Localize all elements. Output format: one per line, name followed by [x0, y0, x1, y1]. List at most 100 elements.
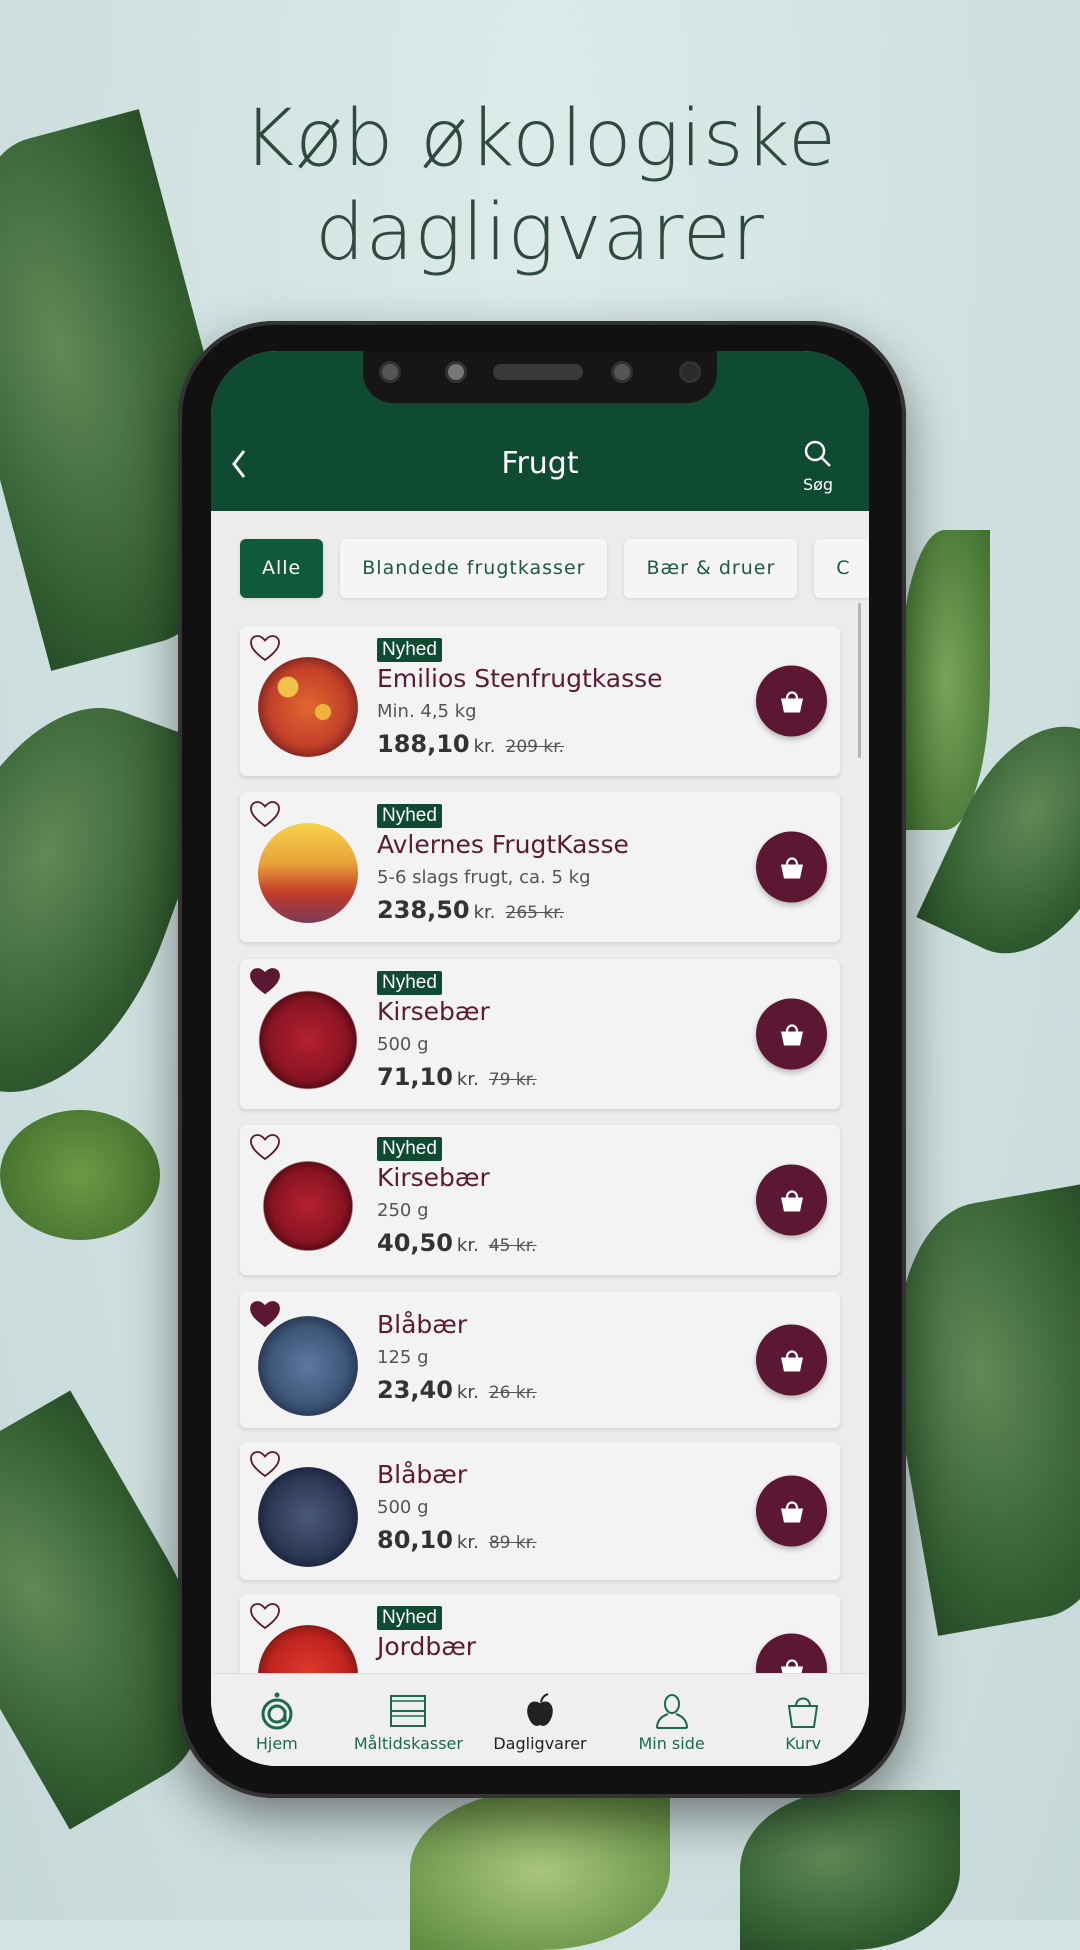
nav-hjem[interactable]: Hjem [211, 1674, 343, 1766]
chip-next[interactable]: C [814, 539, 869, 598]
nav-kurv[interactable]: Kurv [737, 1674, 869, 1766]
search-button[interactable]: Søg [793, 439, 843, 494]
product-image [258, 823, 358, 923]
product-price: 238,50 kr. 265 kr. [377, 893, 564, 930]
basket-icon [780, 1023, 803, 1045]
add-to-cart-button[interactable] [756, 1324, 827, 1396]
add-to-cart-button[interactable] [756, 1633, 827, 1673]
product-card[interactable]: Nyhed Jordbær [240, 1594, 840, 1673]
product-price: 80,10 kr. 89 kr. [377, 1523, 537, 1560]
nav-maaltidskasser[interactable]: Måltidskasser [343, 1674, 475, 1766]
app-header: Frugt Søg [211, 351, 869, 511]
price-unit: kr. [456, 1532, 479, 1553]
product-name: Kirsebær [377, 1163, 490, 1192]
basket-icon [780, 1658, 803, 1673]
product-name: Blåbær [377, 1310, 468, 1339]
product-size: 500 g [377, 1497, 429, 1518]
search-label: Søg [802, 475, 834, 494]
page-title: Frugt [501, 446, 579, 481]
heart-filled-icon[interactable] [250, 967, 280, 995]
price-value: 238,50 [377, 896, 470, 924]
nav-min-side[interactable]: Min side [606, 1674, 738, 1766]
add-to-cart-button[interactable] [756, 831, 827, 903]
basket-icon [780, 856, 803, 878]
old-price: 79 kr. [488, 1070, 537, 1090]
chip-blandede-frugtkasser[interactable]: Blandede frugtkasser [340, 539, 608, 598]
heart-outline-icon[interactable] [250, 1602, 280, 1630]
product-card[interactable]: Nyhed Kirsebær 500 g 71,10 kr. 79 kr. [240, 959, 840, 1109]
add-to-cart-button[interactable] [756, 1475, 827, 1547]
product-info: Blåbær 500 g 80,10 kr. 89 kr. [377, 1458, 537, 1560]
headline: Køb økologiske dagligvarer [0, 92, 1080, 280]
product-info: Nyhed Kirsebær 500 g 71,10 kr. 79 kr. [377, 971, 537, 1097]
heart-outline-icon[interactable] [250, 1133, 280, 1161]
user-icon [655, 1694, 688, 1729]
product-card[interactable]: Nyhed Avlernes FrugtKasse 5-6 slags frug… [240, 792, 840, 942]
product-size: Min. 4,5 kg [377, 701, 477, 722]
basket-icon [788, 1697, 819, 1728]
product-info: Nyhed Kirsebær 250 g 40,50 kr. 45 kr. [377, 1137, 537, 1263]
price-value: 23,40 [377, 1376, 453, 1404]
product-price: 40,50 kr. 45 kr. [377, 1226, 537, 1263]
heart-outline-icon[interactable] [250, 1450, 280, 1478]
product-info: Blåbær 125 g 23,40 kr. 26 kr. [377, 1308, 537, 1410]
basket-icon [780, 1500, 803, 1522]
headline-line-2: dagligvarer [315, 188, 765, 278]
product-price: 23,40 kr. 26 kr. [377, 1373, 537, 1410]
product-list: Alle Blandede frugtkasser Bær & druer C … [211, 351, 869, 1673]
nav-dagligvarer[interactable]: Dagligvarer [474, 1674, 606, 1766]
chip-alle[interactable]: Alle [240, 539, 324, 598]
price-value: 80,10 [377, 1526, 453, 1554]
product-image [258, 1156, 358, 1256]
add-to-cart-button[interactable] [756, 998, 827, 1070]
product-image [258, 657, 358, 757]
old-price: 45 kr. [488, 1236, 537, 1256]
product-info: Nyhed Jordbær [377, 1606, 476, 1663]
product-name: Emilios Stenfrugtkasse [377, 664, 663, 693]
price-unit: kr. [456, 1069, 479, 1090]
basket-icon [780, 1349, 803, 1371]
new-badge: Nyhed [377, 971, 442, 995]
product-name: Jordbær [377, 1632, 477, 1661]
product-image [258, 1316, 358, 1416]
product-name: Blåbær [377, 1460, 468, 1489]
nav-label: Kurv [785, 1734, 822, 1753]
price-value: 188,10 [377, 730, 470, 758]
product-card[interactable]: Blåbær 500 g 80,10 kr. 89 kr. [240, 1442, 840, 1580]
product-price: 188,10 kr. 209 kr. [377, 727, 564, 764]
product-price: 71,10 kr. 79 kr. [377, 1060, 537, 1097]
app-screen: Alle Blandede frugtkasser Bær & druer C … [211, 351, 869, 1766]
scrollbar[interactable] [858, 603, 861, 758]
price-unit: kr. [456, 1235, 479, 1256]
product-card[interactable]: Nyhed Emilios Stenfrugtkasse Min. 4,5 kg… [240, 626, 840, 776]
product-info: Nyhed Emilios Stenfrugtkasse Min. 4,5 kg… [377, 638, 663, 764]
new-badge: Nyhed [377, 1137, 442, 1161]
nav-label: Dagligvarer [493, 1734, 587, 1753]
nav-label: Min side [638, 1734, 705, 1753]
bottom-nav: Hjem Måltidskasser Dagligvarer Min side … [211, 1673, 869, 1766]
product-info: Nyhed Avlernes FrugtKasse 5-6 slags frug… [377, 804, 629, 930]
price-unit: kr. [456, 1382, 479, 1403]
heart-outline-icon[interactable] [250, 634, 280, 662]
headline-line-1: Køb økologiske [243, 94, 837, 184]
chip-baer-druer[interactable]: Bær & druer [624, 539, 798, 598]
add-to-cart-button[interactable] [756, 665, 827, 737]
search-icon [804, 440, 831, 467]
product-card[interactable]: Nyhed Kirsebær 250 g 40,50 kr. 45 kr. [240, 1125, 840, 1275]
product-size: 250 g [377, 1200, 429, 1221]
basket-icon [780, 1189, 803, 1211]
new-badge: Nyhed [377, 804, 442, 828]
old-price: 89 kr. [488, 1533, 537, 1553]
heart-outline-icon[interactable] [250, 800, 280, 828]
price-unit: kr. [473, 902, 496, 923]
basket-icon [780, 690, 803, 712]
nav-label: Måltidskasser [353, 1734, 463, 1753]
price-value: 40,50 [377, 1229, 453, 1257]
add-to-cart-button[interactable] [756, 1164, 827, 1236]
heart-filled-icon[interactable] [250, 1300, 280, 1328]
product-size: 500 g [377, 1034, 429, 1055]
product-card[interactable]: Blåbær 125 g 23,40 kr. 26 kr. [240, 1292, 840, 1428]
old-price: 26 kr. [488, 1383, 537, 1403]
box-icon [390, 1695, 427, 1727]
price-unit: kr. [473, 736, 496, 757]
